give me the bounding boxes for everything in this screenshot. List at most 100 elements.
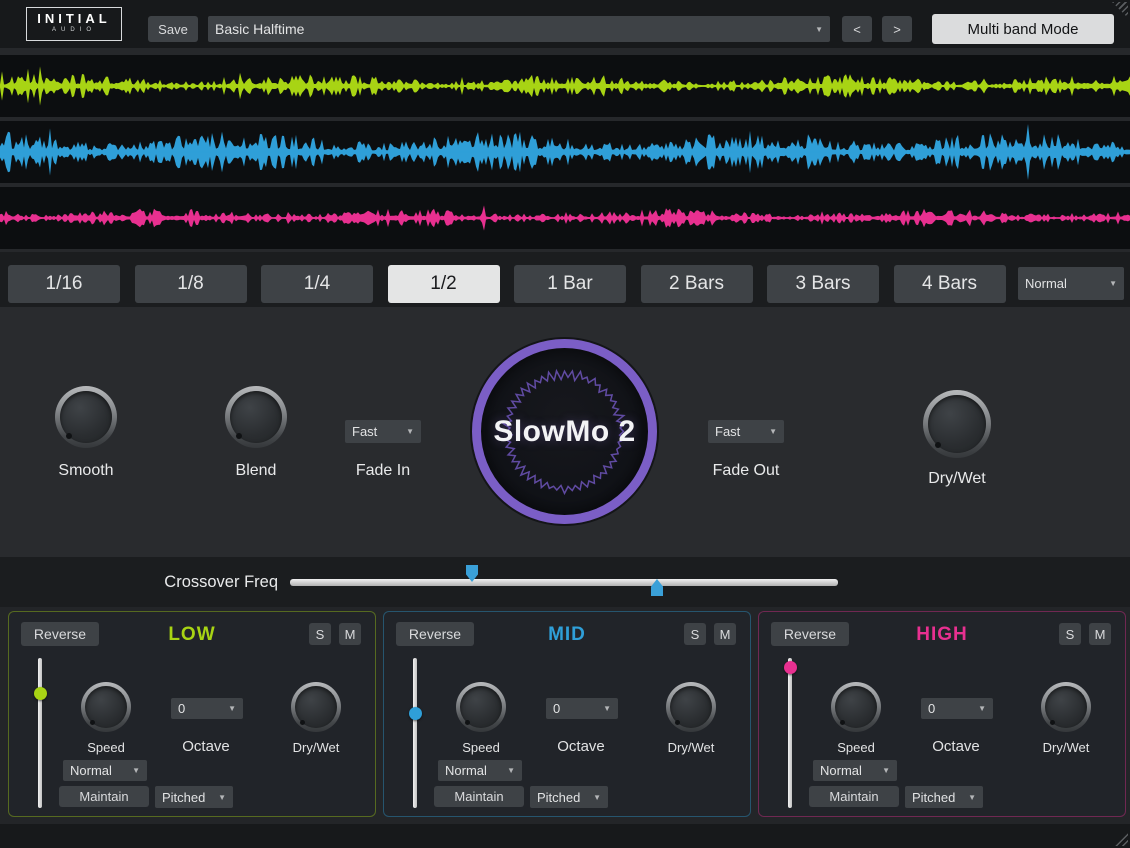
dry-wet-knob[interactable] — [923, 390, 991, 458]
logo-text: INITIAL — [27, 11, 121, 26]
chevron-down-icon: ▼ — [593, 793, 601, 802]
chevron-down-icon: ▼ — [132, 766, 140, 775]
band-dry-wet-knob[interactable] — [291, 682, 341, 732]
division-button-1-16[interactable]: 1/16 — [8, 265, 120, 303]
division-button-1-bar[interactable]: 1 Bar — [514, 265, 626, 303]
fade-in-label: Fade In — [333, 462, 433, 480]
mute-button[interactable]: M — [339, 623, 361, 645]
band-level-slider-handle[interactable] — [409, 707, 422, 720]
speed-label: Speed — [806, 740, 906, 755]
band-level-slider-track[interactable] — [38, 658, 42, 808]
band-mode-dropdown[interactable]: Normal ▼ — [813, 760, 897, 781]
preset-dropdown[interactable]: Basic Halftime ▼ — [208, 16, 830, 42]
band-level-slider[interactable] — [31, 658, 49, 808]
band-dry-wet-label: Dry/Wet — [1016, 740, 1116, 755]
maintain-button[interactable]: Maintain — [809, 786, 899, 807]
octave-label: Octave — [156, 738, 256, 755]
low-band-waveform — [0, 55, 1130, 117]
speed-knob[interactable] — [81, 682, 131, 732]
titlebar: INITIAL AUDIO Save Basic Halftime ▼ < > … — [0, 0, 1130, 48]
band-mode-value: Normal — [820, 763, 862, 778]
division-button-1-2[interactable]: 1/2 — [388, 265, 500, 303]
octave-dropdown[interactable]: 0 ▼ — [921, 698, 993, 719]
band-dry-wet-label: Dry/Wet — [266, 740, 366, 755]
initial-audio-logo: INITIAL AUDIO — [26, 7, 122, 41]
chevron-down-icon: ▼ — [218, 793, 226, 802]
chevron-down-icon: ▼ — [815, 25, 823, 34]
pitch-mode-dropdown[interactable]: Pitched ▼ — [155, 786, 233, 808]
division-button-1-4[interactable]: 1/4 — [261, 265, 373, 303]
band-dry-wet-label: Dry/Wet — [641, 740, 741, 755]
status-bar — [0, 824, 1130, 848]
band-mode-value: Normal — [70, 763, 112, 778]
mute-button[interactable]: M — [714, 623, 736, 645]
division-row: 1/16 1/8 1/4 1/2 1 Bar 2 Bars 3 Bars 4 Bars Nor… — [0, 252, 1130, 307]
save-button[interactable]: Save — [148, 16, 198, 42]
chevron-down-icon: ▼ — [406, 427, 414, 436]
main-controls: Smooth Blend Fast ▼ Fade In SlowMo 2 Fas… — [0, 307, 1130, 557]
band-level-slider-track[interactable] — [788, 658, 792, 808]
octave-value: 0 — [553, 701, 560, 716]
octave-label: Octave — [531, 738, 631, 755]
division-buttons: 1/16 1/8 1/4 1/2 1 Bar 2 Bars 3 Bars 4 Bars — [8, 265, 1006, 303]
mid-band-waveform — [0, 121, 1130, 183]
resize-grip[interactable] — [1112, 830, 1128, 846]
playback-mode-dropdown[interactable]: Normal ▼ — [1018, 267, 1124, 300]
speed-knob[interactable] — [456, 682, 506, 732]
crossover-slider-track[interactable] — [290, 579, 838, 586]
chevron-down-icon: ▼ — [228, 704, 236, 713]
speed-label: Speed — [56, 740, 156, 755]
band-mode-value: Normal — [445, 763, 487, 778]
chevron-down-icon: ▼ — [968, 793, 976, 802]
octave-value: 0 — [928, 701, 935, 716]
chevron-down-icon: ▼ — [882, 766, 890, 775]
band-mode-dropdown[interactable]: Normal ▼ — [438, 760, 522, 781]
division-button-4-bars[interactable]: 4 Bars — [894, 265, 1006, 303]
preset-prev-button[interactable]: < — [842, 16, 872, 42]
chevron-down-icon: ▼ — [507, 766, 515, 775]
octave-value: 0 — [178, 701, 185, 716]
fade-in-value: Fast — [352, 424, 377, 439]
band-level-slider-handle[interactable] — [784, 661, 797, 674]
solo-button[interactable]: S — [309, 623, 331, 645]
speed-knob[interactable] — [831, 682, 881, 732]
band-dry-wet-knob[interactable] — [1041, 682, 1091, 732]
division-button-2-bars[interactable]: 2 Bars — [641, 265, 753, 303]
division-button-3-bars[interactable]: 3 Bars — [767, 265, 879, 303]
band-dry-wet-knob[interactable] — [666, 682, 716, 732]
logo-subtext: AUDIO — [27, 27, 121, 33]
smooth-knob[interactable] — [55, 386, 117, 448]
fade-out-dropdown[interactable]: Fast ▼ — [708, 420, 784, 443]
band-level-slider[interactable] — [781, 658, 799, 808]
fade-in-dropdown[interactable]: Fast ▼ — [345, 420, 421, 443]
octave-dropdown[interactable]: 0 ▼ — [171, 698, 243, 719]
pitch-mode-value: Pitched — [912, 790, 955, 805]
pitch-mode-dropdown[interactable]: Pitched ▼ — [905, 786, 983, 808]
preset-next-button[interactable]: > — [882, 16, 912, 42]
slowmo2-logo-circle: SlowMo 2 — [472, 339, 657, 524]
solo-button[interactable]: S — [1059, 623, 1081, 645]
high-band-waveform — [0, 187, 1130, 249]
crossover-freq-label: Crossover Freq — [140, 570, 278, 594]
chevron-down-icon: ▼ — [603, 704, 611, 713]
solo-button[interactable]: S — [684, 623, 706, 645]
band-level-slider-track[interactable] — [413, 658, 417, 808]
slowmo2-logo-text: SlowMo 2 — [481, 348, 648, 515]
crossover-section: Crossover Freq — [0, 557, 1130, 607]
multi-band-mode-button[interactable]: Multi band Mode — [932, 14, 1114, 44]
blend-label: Blend — [206, 462, 306, 480]
band-level-slider-handle[interactable] — [34, 687, 47, 700]
chevron-down-icon: ▼ — [978, 704, 986, 713]
division-button-1-8[interactable]: 1/8 — [135, 265, 247, 303]
band-mode-dropdown[interactable]: Normal ▼ — [63, 760, 147, 781]
octave-dropdown[interactable]: 0 ▼ — [546, 698, 618, 719]
maintain-button[interactable]: Maintain — [59, 786, 149, 807]
dry-wet-label: Dry/Wet — [907, 470, 1007, 488]
bands-section: Reverse LOW S M Speed 0 ▼ Octave Dry/Wet… — [0, 607, 1130, 824]
pitch-mode-dropdown[interactable]: Pitched ▼ — [530, 786, 608, 808]
maintain-button[interactable]: Maintain — [434, 786, 524, 807]
mute-button[interactable]: M — [1089, 623, 1111, 645]
speed-label: Speed — [431, 740, 531, 755]
blend-knob[interactable] — [225, 386, 287, 448]
band-level-slider[interactable] — [406, 658, 424, 808]
